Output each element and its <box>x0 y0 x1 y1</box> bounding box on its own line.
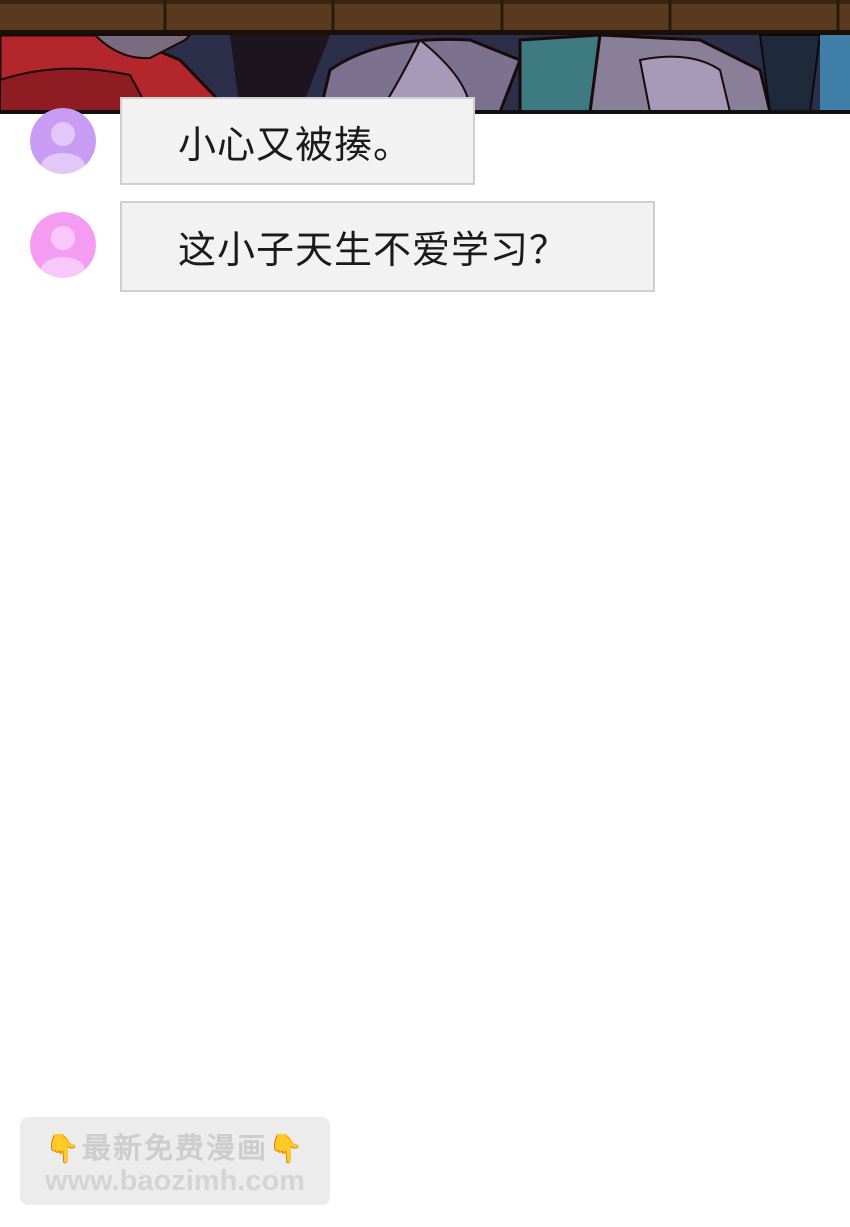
pointing-down-hand-icon: 👇 <box>45 1132 82 1165</box>
pointing-down-hand-icon: 👇 <box>268 1132 305 1165</box>
comment-bubble[interactable]: 这小子天生不爱学习？ <box>120 201 655 292</box>
comment-bubble[interactable]: 小心又被揍。 <box>120 97 475 185</box>
default-user-avatar-icon[interactable] <box>30 108 96 174</box>
watermark: 👇最新免费漫画👇 www.baozimh.com <box>20 1117 330 1205</box>
comment-item: 小心又被揍。 <box>0 97 850 193</box>
default-user-avatar-icon[interactable] <box>30 212 96 278</box>
watermark-url: www.baozimh.com <box>45 1165 305 1197</box>
comment-text: 这小子天生不爱学习？ <box>178 228 569 272</box>
comment-text: 小心又被揍。 <box>178 122 413 167</box>
watermark-title: 最新免费漫画 <box>81 1131 268 1165</box>
watermark-line-1: 👇最新免费漫画👇 <box>20 1125 330 1167</box>
comment-item: 这小子天生不爱学习？ <box>0 201 850 297</box>
